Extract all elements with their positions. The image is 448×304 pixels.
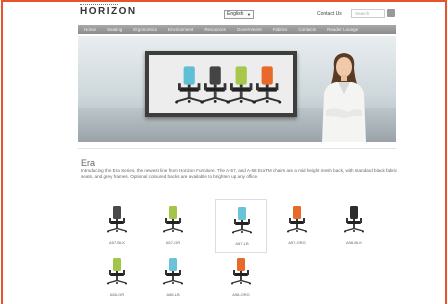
hero-chair [175, 66, 204, 104]
chair-icon [231, 258, 251, 285]
product-card[interactable]: A57-LB [215, 199, 267, 253]
chair-icon [163, 258, 183, 285]
product-label: A58-ORG [232, 292, 250, 297]
product-label: A58-BLK [345, 240, 362, 245]
search-input[interactable]: Search [351, 9, 385, 18]
product-card[interactable]: A58-ORG [215, 251, 267, 304]
product-label: A57-LB [235, 241, 249, 246]
page-title: Era [81, 158, 96, 168]
chair-icon [107, 258, 127, 285]
nav-item-seating[interactable]: Seating [107, 27, 122, 32]
language-value: English [227, 11, 244, 17]
chevron-down-icon: ▼ [247, 12, 251, 17]
search-button[interactable] [387, 9, 395, 17]
product-card[interactable]: A58-GR [91, 251, 143, 304]
nav-item-ergonomics[interactable]: Ergonomics [133, 27, 157, 32]
language-select[interactable]: English ▼ [224, 10, 254, 19]
nav-item-government[interactable]: Government [237, 27, 262, 32]
nav-item-contacts[interactable]: Contacts [298, 27, 316, 32]
chair-icon [287, 206, 307, 233]
chair-icon [232, 207, 252, 234]
product-label: A57-BLK [108, 240, 125, 245]
product-card[interactable]: A58-LB [147, 251, 199, 304]
hero-display-screen [145, 51, 297, 117]
chair-icon [107, 206, 127, 233]
product-card[interactable]: A57-BLK [91, 199, 143, 253]
product-label: A58-GR [109, 292, 125, 297]
chair-icon [344, 206, 364, 233]
divider [78, 148, 396, 149]
logo[interactable]: HORIZON [80, 6, 137, 17]
product-card[interactable]: A58-BLK [328, 199, 380, 253]
hero-chair [227, 66, 256, 104]
main-nav: Home Seating Ergonomics Environment Reso… [78, 25, 396, 34]
product-label: A57-ORG [288, 240, 306, 245]
hero-chairs [175, 66, 282, 104]
product-label: A58-LB [166, 292, 180, 297]
hero-banner [78, 36, 396, 142]
hero-chair [201, 66, 230, 104]
product-card[interactable]: A57-ORG [271, 199, 323, 253]
nav-item-reader-lounge[interactable]: Reader Lounge [327, 27, 358, 32]
product-card[interactable]: A57-GR [147, 199, 199, 253]
contact-link[interactable]: Contact Us [317, 11, 342, 17]
hero-person-image [322, 53, 366, 142]
page-container: HORIZON English ▼ Contact Us Search Home… [78, 0, 398, 304]
nav-item-resources[interactable]: Resources [204, 27, 226, 32]
nav-item-home[interactable]: Home [84, 27, 96, 32]
chair-icon [163, 206, 183, 233]
page-description: Introducing the Era Series, the newest l… [81, 168, 398, 180]
nav-item-fabrics[interactable]: Fabrics [273, 27, 288, 32]
nav-item-environment[interactable]: Environment [168, 27, 193, 32]
product-label: A57-GR [165, 240, 181, 245]
hero-chair [253, 66, 282, 104]
